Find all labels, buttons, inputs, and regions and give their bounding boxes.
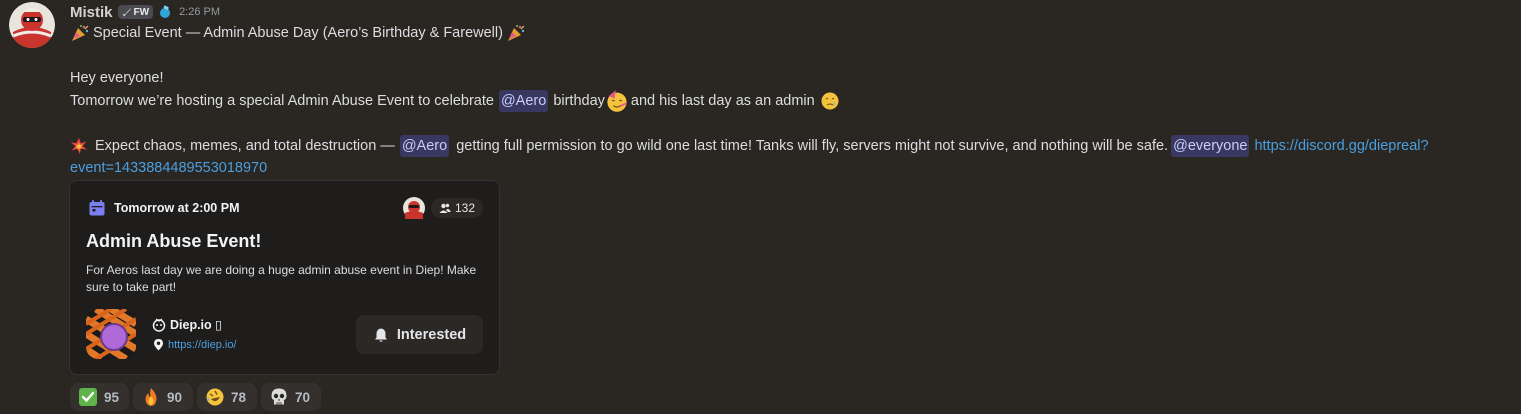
announcement-text-a: Tomorrow we’re hosting a special Admin A… xyxy=(70,92,494,109)
interested-button[interactable]: Interested xyxy=(356,315,483,354)
skull-emoji-icon xyxy=(271,388,287,405)
guild-community-icon xyxy=(152,318,166,332)
interested-button-label: Interested xyxy=(396,326,467,343)
rofl-emoji-icon xyxy=(206,388,224,406)
reaction-fire[interactable]: 90 xyxy=(133,383,193,411)
guild-tag-label: FW xyxy=(133,6,150,18)
author-username[interactable]: Mistik xyxy=(70,4,113,21)
details-text-b: getting full permission to go wild one l… xyxy=(456,137,1169,154)
party-popper-emoji-icon xyxy=(72,25,89,42)
bell-icon xyxy=(374,328,387,342)
reaction-rofl[interactable]: 78 xyxy=(197,383,257,411)
collision-emoji-icon xyxy=(70,137,88,154)
sword-icon xyxy=(122,8,131,17)
reaction-count: 78 xyxy=(231,389,247,405)
event-interest-info: 132 xyxy=(402,197,483,219)
calendar-icon xyxy=(89,200,105,216)
partying-face-emoji-icon xyxy=(607,89,627,112)
event-location-link[interactable]: https://diep.io/ xyxy=(168,339,237,351)
event-link-continued[interactable]: event=1433884489553018970 xyxy=(70,157,267,180)
reactions-bar: 95 90 78 70 xyxy=(70,383,321,411)
message-line-greeting: Hey everyone! xyxy=(70,70,164,86)
event-card[interactable]: Tomorrow at 2:00 PM 132 Admin Abuse Even… xyxy=(69,180,500,375)
message-timestamp[interactable]: 2:26 PM xyxy=(179,6,220,18)
guild-name-text: Diep.io ▯ xyxy=(170,318,223,332)
event-heading-text: Special Event — Admin Abuse Day (Aero’s … xyxy=(93,25,503,41)
event-title: Admin Abuse Event! xyxy=(86,231,262,251)
announcement-text-c: and his last day as an admin xyxy=(630,92,815,109)
boost-badge-icon[interactable] xyxy=(158,5,172,19)
guild-name[interactable]: Diep.io ▯ xyxy=(152,317,222,332)
check-mark-emoji-icon xyxy=(79,388,97,406)
guild-tag[interactable]: FW xyxy=(117,5,154,19)
reaction-count: 90 xyxy=(167,389,183,405)
mention-everyone[interactable]: @everyone xyxy=(1171,134,1250,157)
fire-emoji-icon xyxy=(145,388,157,406)
message-content: Special Event — Admin Abuse Day (Aero’s … xyxy=(70,22,1510,180)
announcement-text-b: birthday xyxy=(553,92,605,109)
message-line-announcement: Tomorrow we’re hosting a special Admin A… xyxy=(70,89,1510,112)
reaction-count: 95 xyxy=(104,389,120,405)
interested-count: 132 xyxy=(454,201,475,215)
message-line-link: event=1433884489553018970 xyxy=(70,157,1510,180)
crying-face-emoji-icon xyxy=(821,92,839,110)
mention-aero[interactable]: @Aero xyxy=(498,89,549,112)
host-avatar-icon[interactable] xyxy=(402,197,425,219)
reaction-count: 70 xyxy=(295,389,311,405)
details-text-a: Expect chaos, memes, and total destructi… xyxy=(95,137,395,154)
event-description: For Aeros last day we are doing a huge a… xyxy=(86,263,477,294)
reaction-skull[interactable]: 70 xyxy=(261,383,321,411)
event-link[interactable]: https://discord.gg/diepreal? xyxy=(1254,135,1428,158)
people-icon xyxy=(439,203,451,213)
event-date-text: Tomorrow at 2:00 PM xyxy=(114,201,240,215)
mention-aero[interactable]: @Aero xyxy=(399,134,450,157)
reaction-check-mark[interactable]: 95 xyxy=(70,383,129,411)
interested-count-pill: 132 xyxy=(430,198,483,218)
event-date: Tomorrow at 2:00 PM xyxy=(88,199,239,217)
location-pin-icon xyxy=(154,339,163,351)
message-line-title: Special Event — Admin Abuse Day (Aero’s … xyxy=(70,22,1510,45)
message-header: Mistik FW 2:26 PM xyxy=(70,3,220,21)
guild-icon[interactable] xyxy=(86,309,136,359)
author-avatar[interactable] xyxy=(9,2,55,48)
message-line-details: Expect chaos, memes, and total destructi… xyxy=(70,134,1510,158)
party-popper-emoji-icon xyxy=(507,25,525,42)
event-location[interactable]: https://diep.io/ xyxy=(152,338,237,351)
